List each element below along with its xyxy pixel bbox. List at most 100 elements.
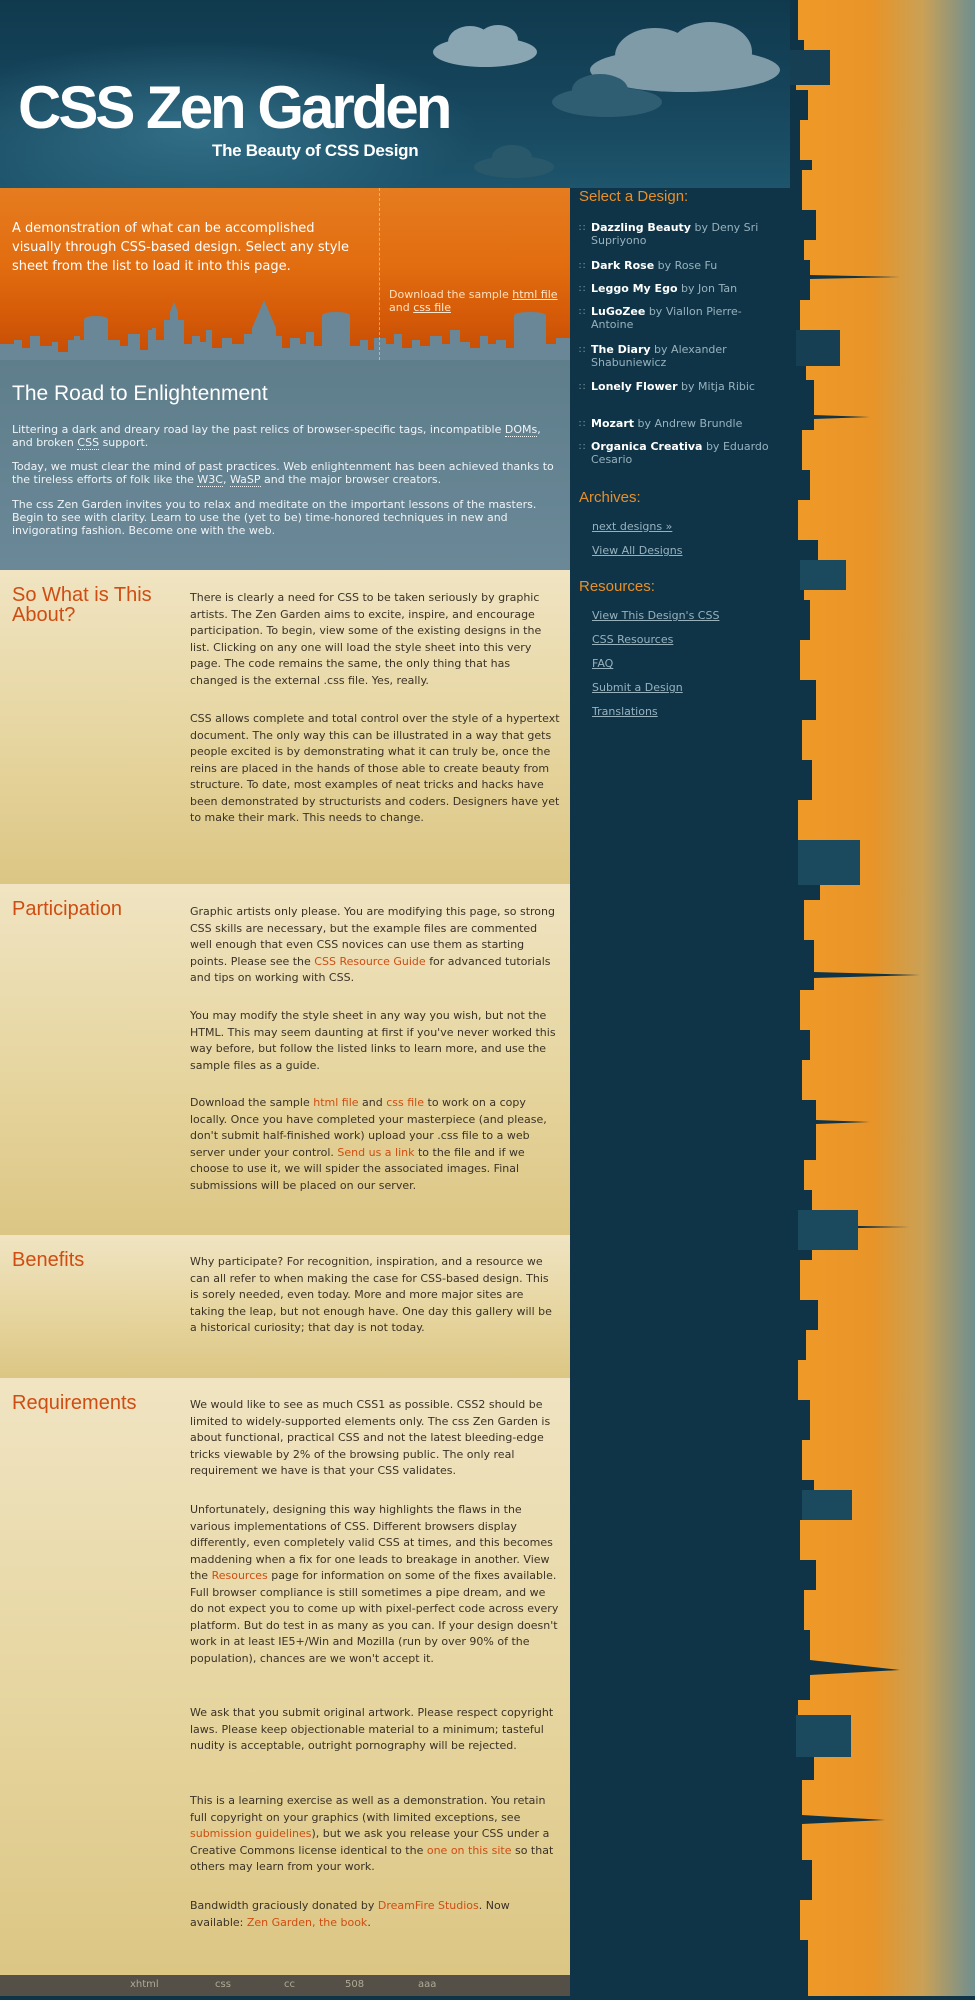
view-all-designs-link[interactable]: View All Designs (592, 544, 682, 557)
preamble-paragraph-2: Today, we must clear the mind of past pr… (12, 460, 562, 487)
design-author[interactable]: Andrew Brundle (655, 417, 743, 430)
one-on-this-site-link[interactable]: one on this site (427, 1844, 512, 1857)
design-by: by (705, 440, 720, 453)
footer-link-cc[interactable]: cc (284, 1979, 295, 1990)
intro-summary-text: A demonstration of what can be accomplis… (12, 221, 350, 274)
benefits-heading: Benefits (12, 1249, 85, 1271)
benefits-paragraph-1: Why participate? For recognition, inspir… (190, 1255, 552, 1334)
resources-link[interactable]: Resources (212, 1569, 268, 1582)
vertical-skyline-graphic (790, 0, 975, 1996)
css-file-link[interactable]: css file (413, 301, 451, 314)
faq-link[interactable]: FAQ (592, 657, 613, 670)
bullet-icon: ∷ (579, 382, 586, 393)
design-name[interactable]: Organica Creativa (591, 440, 702, 453)
site-title: CSS Zen Garden (18, 74, 452, 141)
zen-garden-book-link[interactable]: Zen Garden, the book (247, 1916, 367, 1929)
design-list-item[interactable]: ∷ Dark Rose by Rose Fu (579, 259, 779, 272)
html-file-link[interactable]: html file (313, 1096, 358, 1109)
design-by: by (657, 259, 672, 272)
submission-guidelines-link[interactable]: submission guidelines (190, 1827, 312, 1840)
design-name[interactable]: Lonely Flower (591, 380, 678, 393)
text: and (362, 1096, 383, 1109)
footer-link-508[interactable]: 508 (345, 1979, 364, 1990)
requirements-paragraph-2: Unfortunately, designing this way highli… (190, 1502, 560, 1667)
download-prefix: Download the sample (389, 288, 509, 301)
text: , (222, 473, 227, 486)
participation-paragraph-1: Graphic artists only please. You are mod… (190, 904, 560, 987)
abbr-css: CSS (77, 436, 100, 450)
explanation-paragraph-2: CSS allows complete and total control ov… (190, 712, 560, 824)
bullet-icon: ∷ (579, 284, 586, 295)
download-and: and (389, 301, 410, 314)
footer-link-css[interactable]: css (215, 1979, 231, 1990)
text: and the major browser creators. (264, 473, 442, 486)
intro-download-text: Download the sample html file and css fi… (389, 288, 569, 314)
design-list-item[interactable]: ∷ Organica Creativa by Eduardo Cesario (579, 440, 779, 466)
cloud-icon (552, 74, 662, 117)
dreamfire-studios-link[interactable]: DreamFire Studios (378, 1899, 479, 1912)
bullet-icon: ∷ (579, 261, 586, 272)
view-design-css-link[interactable]: View This Design's CSS (592, 609, 719, 622)
css-resource-guide-link[interactable]: CSS Resource Guide (314, 955, 425, 968)
requirements-paragraph-4: This is a learning exercise as well as a… (190, 1793, 560, 1876)
select-design-heading: Select a Design: (579, 188, 689, 205)
resources-heading: Resources: (579, 578, 655, 595)
css-file-link[interactable]: css file (386, 1096, 424, 1109)
participation-paragraph-2: You may modify the style sheet in any wa… (190, 1009, 556, 1072)
design-list-item[interactable]: ∷ Dazzling Beauty by Deny Sri Supriyono (579, 221, 779, 247)
participation-section: Participation Graphic artists only pleas… (0, 884, 570, 1235)
bullet-icon: ∷ (579, 419, 586, 430)
participation-paragraph-3: Download the sample html file and css fi… (190, 1095, 560, 1194)
design-list-item[interactable]: ∷ Mozart by Andrew Brundle (579, 417, 779, 430)
design-name[interactable]: The Diary (591, 343, 651, 356)
explanation-section: So What is This About? There is clearly … (0, 570, 570, 884)
design-author[interactable]: Mitja Ribic (698, 380, 755, 393)
bullet-icon: ∷ (579, 345, 586, 356)
design-name[interactable]: Dazzling Beauty (591, 221, 691, 234)
abbr-wasp: WaSP (229, 473, 261, 487)
footer-link-xhtml[interactable]: xhtml (130, 1979, 159, 1990)
design-name[interactable]: Mozart (591, 417, 634, 430)
design-list-item[interactable]: ∷ LuGoZee by Viallon Pierre-Antoine (579, 305, 779, 331)
bullet-icon: ∷ (579, 223, 586, 234)
design-list-item[interactable]: ∷ Lonely Flower by Mitja Ribic (579, 380, 779, 393)
text: Littering a dark and dreary road lay the… (12, 423, 502, 436)
requirements-paragraph-1: We would like to see as much CSS1 as pos… (190, 1398, 551, 1477)
text: Bandwidth graciously donated by (190, 1899, 375, 1912)
design-by: by (637, 417, 652, 430)
preamble-heading: The Road to Enlightenment (12, 382, 268, 405)
page-footer: xhtml css cc 508 aaa (0, 1975, 570, 1996)
preamble-paragraph-3: The css Zen Garden invites you to relax … (12, 498, 537, 537)
text: page for information on some of the fixe… (190, 1569, 559, 1665)
preamble-paragraph-1: Littering a dark and dreary road lay the… (12, 423, 562, 450)
design-list-item[interactable]: ∷ Leggo My Ego by Jon Tan (579, 282, 779, 295)
design-author[interactable]: Rose Fu (675, 259, 718, 272)
design-by: by (654, 343, 668, 356)
css-resources-link[interactable]: CSS Resources (592, 633, 673, 646)
design-by: by (681, 282, 695, 295)
bullet-icon: ∷ (579, 442, 586, 453)
cloud-icon (474, 145, 554, 178)
design-author[interactable]: Jon Tan (698, 282, 737, 295)
submit-design-link[interactable]: Submit a Design (592, 681, 683, 694)
sidebar: Select a Design: ∷ Dazzling Beauty by De… (570, 188, 790, 1996)
html-file-link[interactable]: html file (512, 288, 557, 301)
abbr-doms: DOMs (504, 423, 538, 437)
design-by: by (648, 305, 663, 318)
explanation-paragraph-1: There is clearly a need for CSS to be ta… (190, 591, 542, 687)
participation-heading: Participation (12, 898, 123, 920)
requirements-paragraph-3: We ask that you submit original artwork.… (190, 1706, 554, 1752)
design-list-item[interactable]: ∷ The Diary by Alexander Shabuniewicz (579, 343, 779, 369)
design-name[interactable]: Dark Rose (591, 259, 654, 272)
next-designs-link[interactable]: next designs » (592, 520, 672, 533)
explanation-heading: So What is This About? (12, 584, 152, 626)
send-link-link[interactable]: Send us a link (337, 1146, 414, 1159)
design-by: by (681, 380, 695, 393)
design-name[interactable]: Leggo My Ego (591, 282, 678, 295)
text: Download the sample (190, 1096, 310, 1109)
site-tagline: The Beauty of CSS Design (212, 141, 419, 160)
design-name[interactable]: LuGoZee (591, 305, 645, 318)
text: support. (102, 436, 149, 449)
translations-link[interactable]: Translations (592, 705, 658, 718)
footer-link-aaa[interactable]: aaa (418, 1979, 436, 1990)
